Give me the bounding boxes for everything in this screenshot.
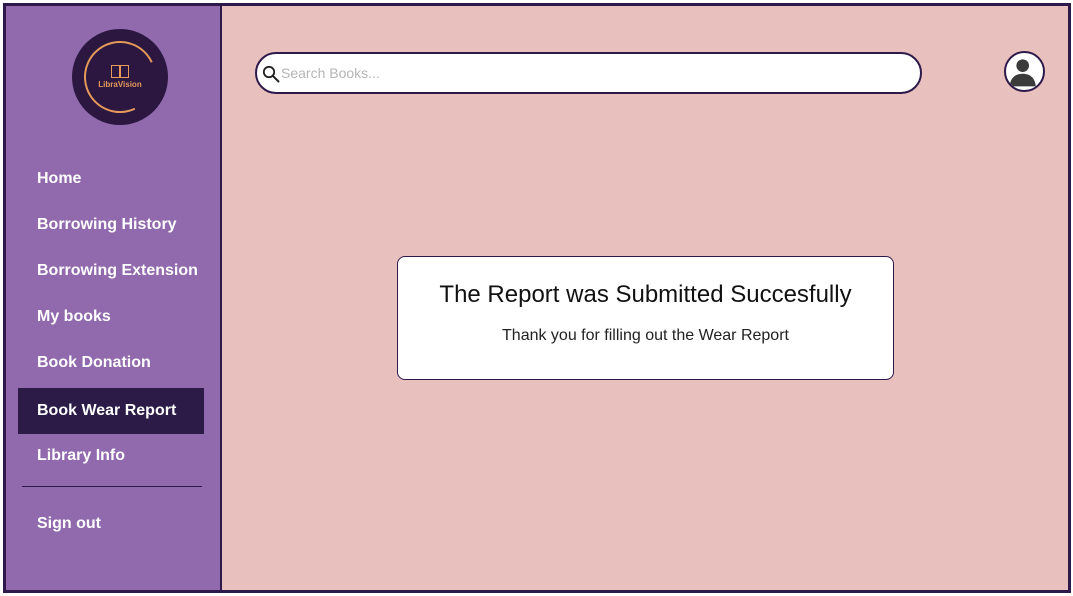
- sidebar-item-book-donation[interactable]: Book Donation: [18, 340, 204, 386]
- sidebar-item-label: Library Info: [37, 447, 126, 464]
- sidebar-item-label: Book Wear Report: [37, 402, 177, 419]
- sidebar-item-book-wear-report[interactable]: Book Wear Report: [18, 388, 204, 434]
- open-book-icon: [111, 65, 129, 78]
- sidebar-item-label: Book Donation: [37, 354, 151, 371]
- search-input[interactable]: [281, 60, 901, 86]
- dialog-title: The Report was Submitted Succesfully: [439, 281, 852, 308]
- search-icon[interactable]: [262, 65, 280, 83]
- sidebar-item-borrowing-history[interactable]: Borrowing History: [18, 202, 204, 248]
- sidebar-item-borrowing-extension[interactable]: Borrowing Extension: [18, 248, 204, 294]
- sidebar-item-label: My books: [37, 308, 111, 325]
- sidebar-item-my-books[interactable]: My books: [18, 294, 204, 340]
- sign-out-button[interactable]: Sign out: [18, 501, 204, 547]
- sidebar-item-home[interactable]: Home: [18, 156, 204, 202]
- sidebar-item-library-info[interactable]: Library Info: [18, 433, 204, 479]
- app-window: LibraVision Home Borrowing History Borro…: [3, 3, 1071, 593]
- sidebar-divider: [22, 486, 202, 487]
- app-logo[interactable]: LibraVision: [72, 29, 168, 125]
- logo-text: LibraVision: [98, 80, 142, 89]
- sidebar-item-label: Borrowing Extension: [37, 262, 198, 279]
- search-bar[interactable]: [255, 52, 922, 94]
- dialog-message: Thank you for filling out the Wear Repor…: [502, 327, 789, 344]
- sidebar-item-label: Home: [37, 170, 82, 187]
- user-silhouette-icon: [1009, 59, 1036, 87]
- sign-out-label: Sign out: [37, 515, 101, 532]
- success-dialog: The Report was Submitted Succesfully Tha…: [397, 256, 894, 380]
- user-avatar-icon[interactable]: [1004, 51, 1045, 92]
- sidebar: LibraVision Home Borrowing History Borro…: [6, 6, 222, 590]
- sidebar-item-label: Borrowing History: [37, 216, 177, 233]
